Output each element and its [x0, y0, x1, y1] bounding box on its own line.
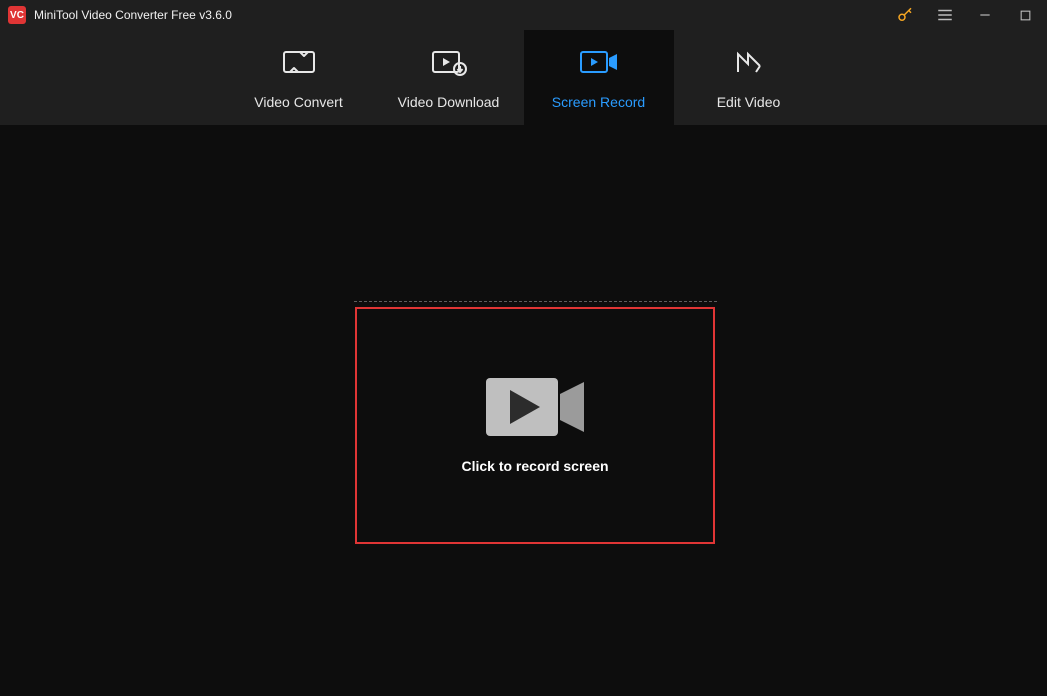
- main-tabbar: Video Convert Video Download Screen Reco…: [0, 30, 1047, 125]
- app-logo-badge: VC: [8, 6, 26, 24]
- tab-label: Video Download: [398, 94, 500, 110]
- record-screen-button[interactable]: Click to record screen: [355, 307, 715, 544]
- minimize-button[interactable]: [975, 5, 995, 25]
- edit-video-icon: [734, 46, 764, 78]
- maximize-button[interactable]: [1015, 5, 1035, 25]
- video-convert-icon: [282, 46, 316, 78]
- screen-record-icon: [579, 46, 619, 78]
- menu-icon[interactable]: [935, 5, 955, 25]
- tab-screen-record[interactable]: Screen Record: [524, 30, 674, 125]
- record-camera-icon: [486, 378, 584, 436]
- tab-label: Edit Video: [717, 94, 781, 110]
- titlebar: VC MiniTool Video Converter Free v3.6.0: [0, 0, 1047, 30]
- tab-video-convert[interactable]: Video Convert: [224, 30, 374, 125]
- content-area: Click to record screen: [0, 125, 1047, 696]
- tab-label: Screen Record: [552, 94, 645, 110]
- key-icon[interactable]: [895, 5, 915, 25]
- window-controls: [895, 5, 1039, 25]
- record-prompt-label: Click to record screen: [461, 458, 608, 474]
- app-title: MiniTool Video Converter Free v3.6.0: [34, 8, 232, 22]
- tab-video-download[interactable]: Video Download: [374, 30, 524, 125]
- dashed-outline-top: [354, 301, 717, 302]
- video-download-icon: [431, 46, 467, 78]
- tab-label: Video Convert: [254, 94, 342, 110]
- tab-edit-video[interactable]: Edit Video: [674, 30, 824, 125]
